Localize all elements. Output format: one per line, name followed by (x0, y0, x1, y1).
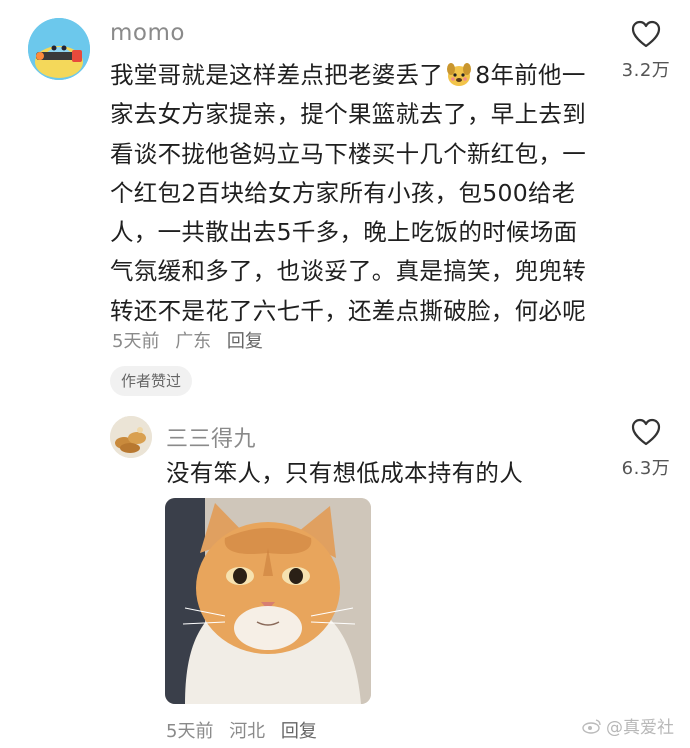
comment-text-part: 我堂哥就是这样差点把老婆丢了 (110, 61, 444, 89)
avatar[interactable] (28, 18, 90, 80)
watermark-text: @真爱社 (606, 718, 674, 738)
heart-icon (631, 20, 661, 48)
comment-text: 没有笨人，只有想低成本持有的人 (166, 459, 523, 487)
dog-emoji-icon (445, 60, 473, 88)
like-button[interactable]: 3.2万 (606, 20, 686, 82)
like-count: 6.3万 (621, 458, 671, 479)
comment-text-part: 8年前他一家去女方家提亲，提个果篮就去了，早上去到看谈不拢他爸妈立马下楼买十几个… (110, 61, 586, 325)
timestamp: 5天前 (112, 331, 160, 352)
reply-button[interactable]: 回复 (227, 331, 263, 352)
comment-text: 我堂哥就是这样差点把老婆丢了 8年前他一家去女方家提亲，提个果篮就去了，早上去到看… (110, 56, 600, 331)
heart-icon (631, 418, 661, 446)
username[interactable]: 三三得九 (166, 421, 256, 453)
avatar[interactable] (110, 416, 152, 458)
location: 广东 (175, 331, 212, 352)
watermark: @真爱社 (582, 713, 674, 738)
like-count: 3.2万 (621, 60, 671, 81)
author-liked-badge: 作者赞过 (110, 366, 193, 396)
username[interactable]: momo (110, 20, 185, 46)
timestamp: 5天前 (166, 721, 214, 742)
reply-button[interactable]: 回复 (281, 721, 317, 742)
cat-photo[interactable] (165, 498, 371, 704)
weibo-icon (582, 718, 601, 734)
location: 河北 (229, 721, 266, 742)
comment-meta: 5天前 广东 回复 (112, 327, 273, 353)
comment-meta: 5天前 河北 回复 (166, 717, 327, 743)
like-button[interactable]: 6.3万 (606, 418, 686, 480)
